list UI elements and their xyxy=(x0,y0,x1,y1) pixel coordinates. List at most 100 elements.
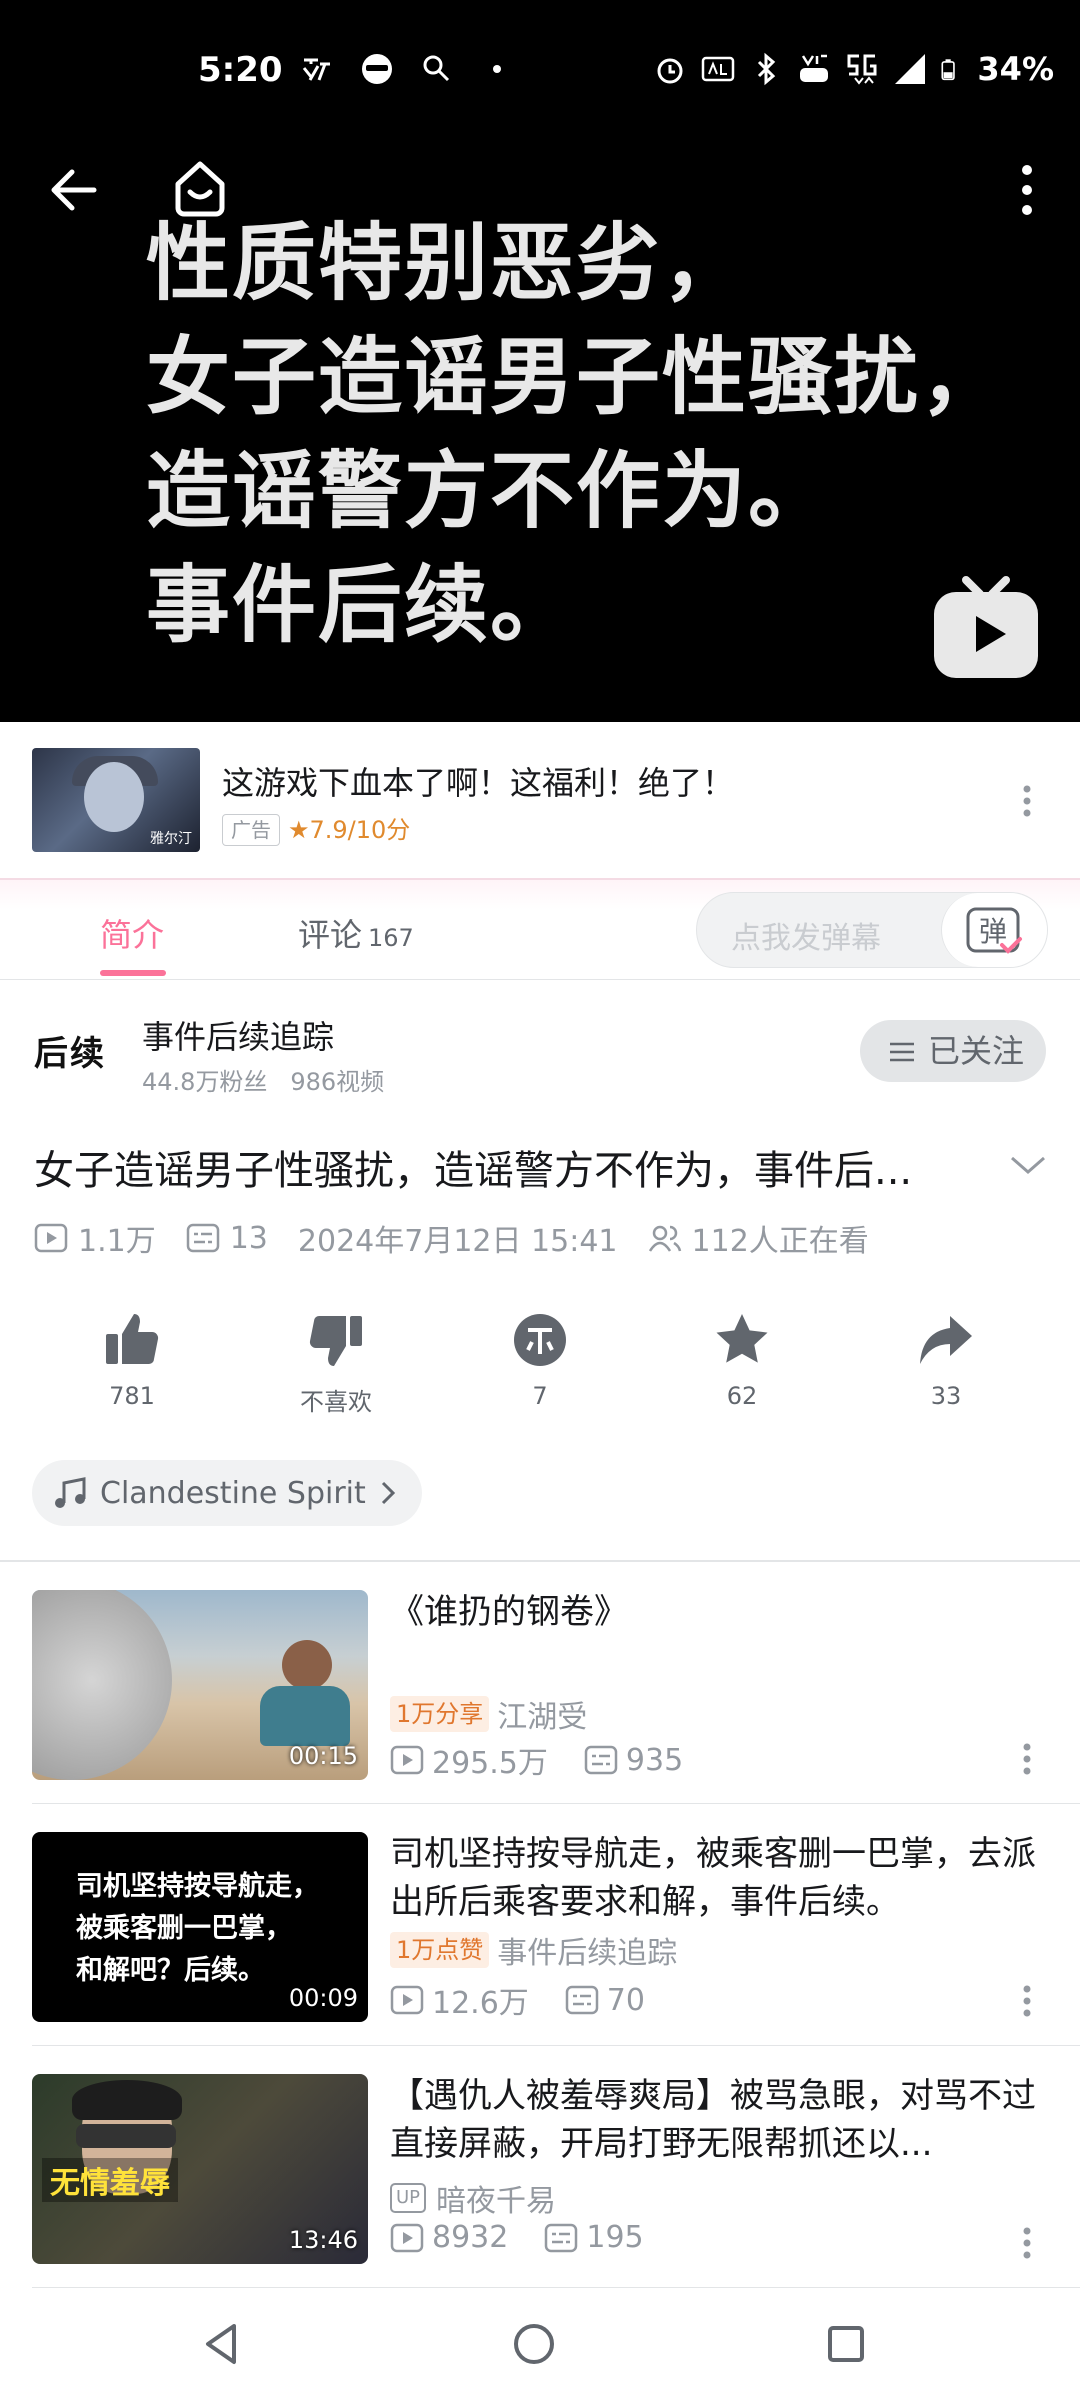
ad-thumbnail[interactable]: 雅尔汀 xyxy=(32,748,200,852)
tab-intro[interactable]: 简介 xyxy=(100,910,164,956)
favorite-button[interactable]: 62 xyxy=(672,1300,812,1410)
related-stats: 8932 195 xyxy=(390,2220,644,2255)
video-title[interactable]: 女子造谣男子性骚扰，造谣警方不作为，事件后... xyxy=(34,1138,974,1196)
danmaku-icon: 弹 xyxy=(966,907,1022,954)
danmaku-input[interactable]: 点我发弹幕 xyxy=(731,913,881,957)
related-author[interactable]: 事件后续追踪 xyxy=(497,1928,677,1972)
favorite-count: 62 xyxy=(726,1382,758,1410)
dislike-button[interactable]: 不喜欢 xyxy=(266,1300,406,1417)
ad-title[interactable]: 这游戏下血本了啊！这福利！绝了！ xyxy=(222,758,734,804)
related-video-item[interactable]: 司机坚持按导航走， 被乘客删一巴掌， 和解吧？后续。 00:09 司机坚持按导航… xyxy=(0,1804,1080,2046)
danmaku-count-icon xyxy=(584,1745,618,1775)
share-arrow-icon xyxy=(920,1316,972,1364)
danmaku-count: 13 xyxy=(229,1220,268,1256)
dot-icon xyxy=(493,65,501,73)
battery-percent: 34% xyxy=(977,50,1054,88)
thumbs-up-icon xyxy=(106,1314,159,1364)
danmaku-toggle-button[interactable]: 弹 xyxy=(941,893,1047,967)
ad-tag: 广告 xyxy=(222,814,280,846)
tab-comments-label: 评论 xyxy=(298,916,363,954)
video-duration: 00:09 xyxy=(288,1984,358,2012)
thumbnail-text: 司机坚持按导航走， 被乘客删一巴掌， 和解吧？后续。 xyxy=(76,1871,319,1986)
watching-people-icon xyxy=(648,1225,681,1252)
related-badge: 1万点赞 xyxy=(390,1932,490,1968)
play-count-icon xyxy=(34,1223,68,1253)
thumbs-down-icon xyxy=(309,1316,362,1366)
related-video-item[interactable]: 00:15 《谁扔的钢卷》 1万分享 江湖受 295.5万 935 xyxy=(0,1562,1080,1804)
tab-underline xyxy=(100,970,166,976)
video-player[interactable]: 5:20 34% 性质特别恶劣， 女子造谣男子性骚扰， 造谣警方不作为。 事件后… xyxy=(0,0,1080,722)
ad-banner[interactable]: 雅尔汀 这游戏下血本了啊！这福利！绝了！ 广告 ★7.9/10分 xyxy=(0,722,1080,880)
uploader-fans: 44.8万粉丝 xyxy=(142,1068,268,1096)
uploader-avatar[interactable]: 后续 xyxy=(34,1026,106,1075)
nav-recents-icon[interactable] xyxy=(818,2316,874,2372)
back-arrow-icon[interactable] xyxy=(44,160,104,220)
related-video-item[interactable]: 无情羞辱 13:46 【遇仇人被羞辱爽局】被骂急眼，对骂不过直接屏蔽，开局打野无… xyxy=(0,2046,1080,2288)
uploader-name[interactable]: 事件后续追踪 xyxy=(142,1012,334,1058)
related-meta: 1万点赞 事件后续追踪 xyxy=(390,1928,677,1972)
video-stats: 1.1万 13 2024年7月12日 15:41 112人正在看 xyxy=(34,1216,869,1260)
uploader-row: 后续 事件后续追踪 44.8万粉丝 986视频 已关注 xyxy=(0,990,1080,1110)
like-count: 781 xyxy=(109,1382,155,1410)
danmaku-count-icon xyxy=(186,1223,219,1253)
more-vertical-icon[interactable] xyxy=(1022,1984,1032,2018)
more-vertical-icon[interactable] xyxy=(1010,160,1044,220)
nav-back-icon[interactable] xyxy=(194,2316,250,2372)
more-vertical-icon[interactable] xyxy=(1022,2226,1032,2260)
coin-button[interactable]: 7 xyxy=(470,1300,610,1410)
like-button[interactable]: 781 xyxy=(62,1300,202,1410)
related-author[interactable]: 暗夜千易 xyxy=(436,2176,556,2220)
chevron-down-icon[interactable] xyxy=(1008,1150,1048,1180)
related-thumbnail[interactable]: 司机坚持按导航走， 被乘客删一巴掌， 和解吧？后续。 00:09 xyxy=(32,1832,368,2022)
video-duration: 13:46 xyxy=(288,2226,358,2254)
nav-home-icon[interactable] xyxy=(506,2316,562,2372)
thumbnail-text: 无情羞辱 xyxy=(42,2158,178,2202)
item-divider xyxy=(32,2287,1080,2288)
related-danmaku: 935 xyxy=(625,1742,684,1778)
ad-more-icon[interactable] xyxy=(1022,784,1032,818)
related-title[interactable]: 【遇仇人被羞辱爽局】被骂急眼，对骂不过直接屏蔽，开局打野无限帮抓还以... xyxy=(390,2072,1050,2168)
watching-count: 112人正在看 xyxy=(691,1224,869,1259)
tv-play-icon[interactable] xyxy=(932,576,1040,680)
share-button[interactable]: 33 xyxy=(876,1300,1016,1410)
video-overlay-text: 性质特别恶劣， 女子造谣男子性骚扰， 造谣警方不作为。 事件后续。 xyxy=(146,214,1007,654)
follow-button[interactable]: 已关注 xyxy=(860,1020,1046,1082)
related-author[interactable]: 江湖受 xyxy=(497,1692,587,1736)
share-count: 33 xyxy=(930,1382,962,1410)
menu-icon xyxy=(890,1042,914,1062)
tab-bar: 简介 评论 167 点我发弹幕 弹 xyxy=(0,880,1080,980)
play-count-icon xyxy=(390,1985,424,2015)
coin-icon xyxy=(514,1314,566,1366)
related-title[interactable]: 司机坚持按导航走，被乘客删一巴掌，去派出所后乘客要求和解，事件后续。 xyxy=(390,1830,1050,1926)
play-count-icon xyxy=(390,1745,424,1775)
related-views: 295.5万 xyxy=(432,1746,548,1781)
related-meta: UP 暗夜千易 xyxy=(390,2176,556,2220)
ad-rating: ★7.9/10分 xyxy=(288,816,411,844)
danmaku-bar[interactable]: 点我发弹幕 弹 xyxy=(696,892,1048,968)
star-icon xyxy=(716,1314,768,1363)
video-duration: 00:15 xyxy=(288,1742,358,1770)
coin-count: 7 xyxy=(532,1382,548,1410)
related-stats: 295.5万 935 xyxy=(390,1738,683,1782)
danmaku-count-icon xyxy=(565,1985,599,2015)
music-note-icon xyxy=(55,1477,86,1508)
dislike-label: 不喜欢 xyxy=(300,1388,372,1416)
music-chip[interactable]: Clandestine Spirit xyxy=(32,1460,422,1526)
status-time: 5:20 xyxy=(198,50,283,90)
more-vertical-icon[interactable] xyxy=(1022,1742,1032,1776)
danmaku-count-icon xyxy=(545,2223,578,2252)
related-thumbnail[interactable]: 00:15 xyxy=(32,1590,368,1780)
svg-text:弹: 弹 xyxy=(979,915,1007,948)
tab-comments-count: 167 xyxy=(368,924,414,952)
related-thumbnail[interactable]: 无情羞辱 13:46 xyxy=(32,2074,368,2264)
search-alert-icon xyxy=(423,55,450,82)
action-bar: 781 不喜欢 7 62 33 xyxy=(0,1300,1080,1430)
ad-thumbnail-text: 雅尔汀 xyxy=(150,831,192,847)
5g-icon xyxy=(847,54,877,85)
system-nav-bar xyxy=(0,2290,1080,2400)
related-badge: 1万分享 xyxy=(390,1696,490,1732)
bluetooth-icon xyxy=(758,52,776,86)
related-title[interactable]: 《谁扔的钢卷》 xyxy=(390,1588,1050,1636)
related-stats: 12.6万 70 xyxy=(390,1978,645,2022)
tab-comments[interactable]: 评论 167 xyxy=(298,910,414,956)
